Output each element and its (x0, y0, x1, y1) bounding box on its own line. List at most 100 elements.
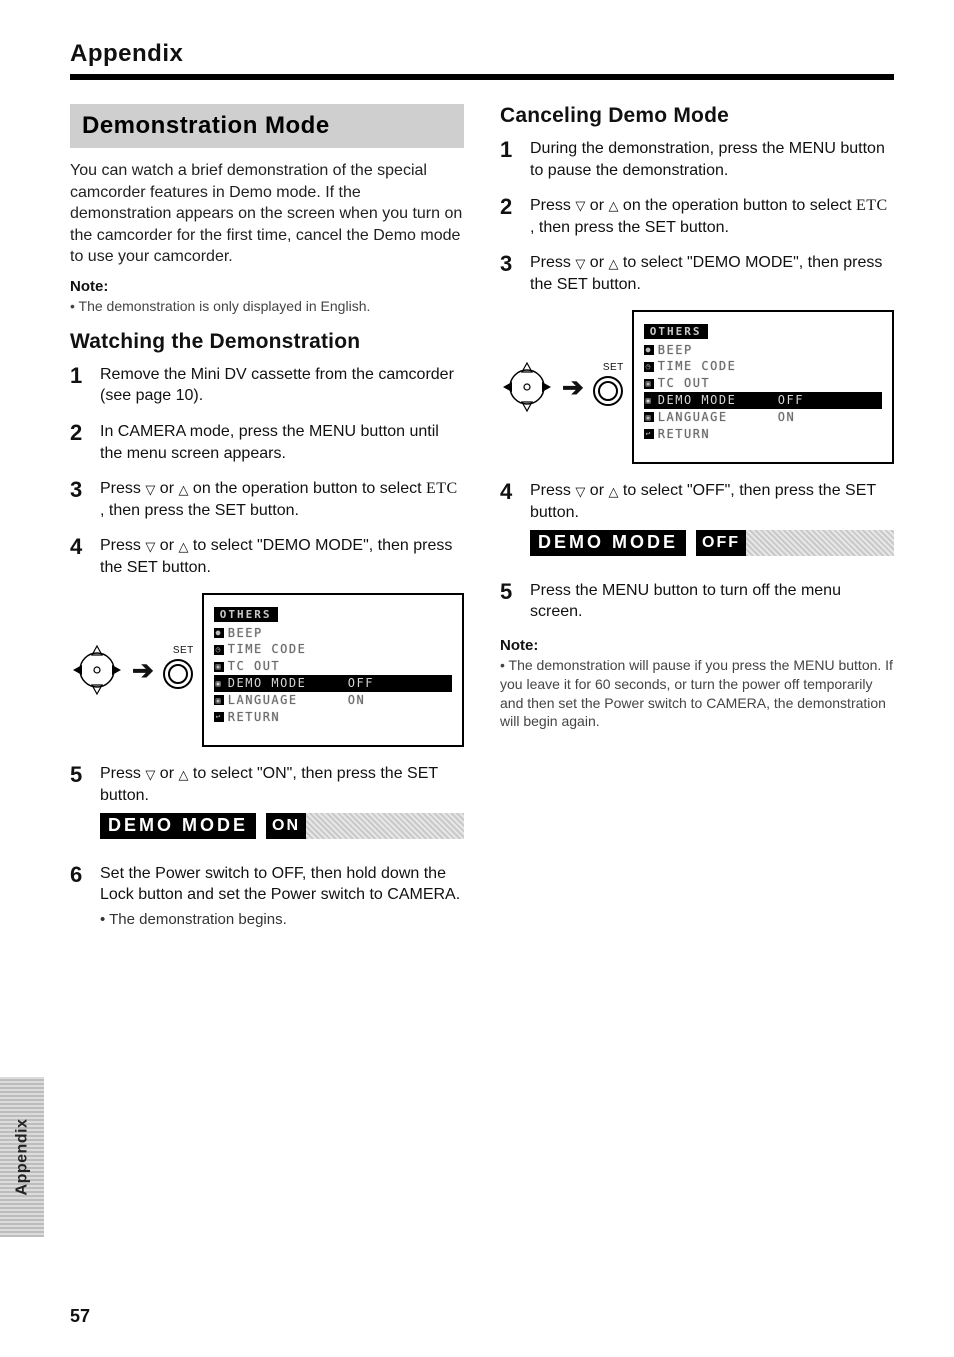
t: Press (530, 197, 575, 214)
control-diagram: ➔ SET OTHERS ●BEEP ◷TIME CODE ▣TC OUT ▣D… (500, 310, 894, 465)
demo-bar-label: DEMO MODE (530, 530, 686, 556)
menu-value: ON (348, 692, 365, 709)
note-text: • The demonstration is only displayed in… (70, 297, 464, 316)
step-number: 2 (70, 421, 100, 445)
menu-item: TC OUT (228, 658, 348, 675)
up-triangle-icon: △ (608, 199, 618, 212)
set-button-icon: SET (162, 645, 194, 695)
t: or (590, 254, 609, 271)
step-text: Press ▽ or △ on the operation button to … (530, 195, 894, 238)
set-button-icon: SET (592, 362, 624, 412)
menu-item: BEEP (228, 625, 348, 642)
section-title: Appendix (70, 40, 894, 68)
step-text: Press ▽ or △ to select "ON", then press … (100, 763, 464, 848)
step-number: 6 (70, 863, 100, 887)
note-label: Note: (500, 637, 894, 654)
menu-screen: OTHERS ●BEEP ◷TIME CODE ▣TC OUT ▣DEMO MO… (202, 593, 464, 748)
topic-banner: Demonstration Mode (70, 104, 464, 148)
step-text: Remove the Mini DV cassette from the cam… (100, 364, 464, 407)
menu-value: ON (778, 409, 795, 426)
menu-item: TC OUT (658, 375, 778, 392)
set-label: SET (162, 645, 194, 656)
demo-bar-value: ON (266, 813, 306, 839)
menu-item: TIME CODE (228, 641, 348, 658)
arrow-right-icon: ➔ (562, 374, 584, 400)
joystick-icon (500, 360, 554, 414)
step-subtext: • The demonstration begins. (100, 910, 464, 930)
demo-mode-bar: DEMO MODE OFF (530, 530, 894, 556)
down-triangle-icon: ▽ (145, 540, 155, 553)
content-columns: Demonstration Mode You can watch a brief… (70, 104, 894, 944)
menu-title: OTHERS (214, 607, 278, 622)
subhead-watching: Watching the Demonstration (70, 330, 464, 354)
watching-steps: 1 Remove the Mini DV cassette from the c… (70, 364, 464, 579)
demo-mode-bar: DEMO MODE ON (100, 813, 464, 839)
joystick-icon (70, 643, 124, 697)
t: or (160, 480, 179, 497)
t: Press (530, 482, 575, 499)
watching-steps-cont: 5 Press ▽ or △ to select "ON", then pres… (70, 763, 464, 930)
cancel-steps-cont: 4 Press ▽ or △ to select "OFF", then pre… (500, 480, 894, 622)
demo-bar-value: OFF (696, 530, 746, 556)
up-triangle-icon: △ (178, 540, 188, 553)
t: on the operation button to select (193, 480, 426, 497)
etc-label: ETC (426, 480, 458, 497)
up-triangle-icon: △ (178, 483, 188, 496)
step-text: Press the MENU button to turn off the me… (530, 580, 894, 623)
t: or (160, 537, 179, 554)
set-label: SET (592, 362, 624, 373)
step-number: 2 (500, 195, 530, 219)
menu-item: LANGUAGE (228, 692, 348, 709)
t: or (160, 765, 179, 782)
demo-bar-label: DEMO MODE (100, 813, 256, 839)
t: Press (100, 537, 145, 554)
arrow-right-icon: ➔ (132, 657, 154, 683)
menu-screen: OTHERS ●BEEP ◷TIME CODE ▣TC OUT ▣DEMO MO… (632, 310, 894, 465)
menu-item: RETURN (658, 426, 778, 443)
t: or (590, 482, 609, 499)
step-number: 3 (70, 478, 100, 502)
t: Set the Power switch to OFF, then hold d… (100, 865, 460, 904)
down-triangle-icon: ▽ (575, 485, 585, 498)
t: Press (530, 254, 575, 271)
cancel-steps: 1 During the demonstration, press the ME… (500, 138, 894, 296)
step-number: 3 (500, 252, 530, 276)
page-number: 57 (70, 1306, 90, 1327)
t: , then press the SET button. (100, 502, 299, 519)
control-diagram: ➔ SET OTHERS ●BEEP ◷TIME CODE ▣TC OUT ▣D… (70, 593, 464, 748)
step-text: Set the Power switch to OFF, then hold d… (100, 863, 464, 930)
up-triangle-icon: △ (608, 485, 618, 498)
side-tab: Appendix (0, 1077, 44, 1237)
menu-item: BEEP (658, 342, 778, 359)
menu-item: DEMO MODE (658, 392, 778, 409)
menu-value: OFF (778, 392, 804, 409)
down-triangle-icon: ▽ (145, 483, 155, 496)
side-tab-label: Appendix (13, 1119, 31, 1196)
subhead-canceling: Canceling Demo Mode (500, 104, 894, 128)
intro-text: You can watch a brief demonstration of t… (70, 160, 464, 268)
note-label: Note: (70, 278, 464, 295)
down-triangle-icon: ▽ (145, 768, 155, 781)
step-text: During the demonstration, press the MENU… (530, 138, 894, 181)
t: on the operation button to select (623, 197, 856, 214)
step-number: 5 (70, 763, 100, 787)
menu-title: OTHERS (644, 324, 708, 339)
step-number: 5 (500, 580, 530, 604)
step-text: Press ▽ or △ on the operation button to … (100, 478, 464, 521)
menu-item: RETURN (228, 709, 348, 726)
left-column: Demonstration Mode You can watch a brief… (70, 104, 464, 944)
down-triangle-icon: ▽ (575, 257, 585, 270)
etc-label: ETC (856, 197, 888, 214)
step-number: 1 (70, 364, 100, 388)
step-text: Press ▽ or △ to select "DEMO MODE", then… (100, 535, 464, 578)
up-triangle-icon: △ (608, 257, 618, 270)
step-text: Press ▽ or △ to select "OFF", then press… (530, 480, 894, 565)
note-text: • The demonstration will pause if you pr… (500, 656, 894, 732)
step-text: In CAMERA mode, press the MENU button un… (100, 421, 464, 464)
step-number: 4 (500, 480, 530, 504)
step-number: 1 (500, 138, 530, 162)
menu-value: OFF (348, 675, 374, 692)
t: or (590, 197, 609, 214)
right-column: Canceling Demo Mode 1 During the demonst… (500, 104, 894, 944)
divider (70, 74, 894, 80)
